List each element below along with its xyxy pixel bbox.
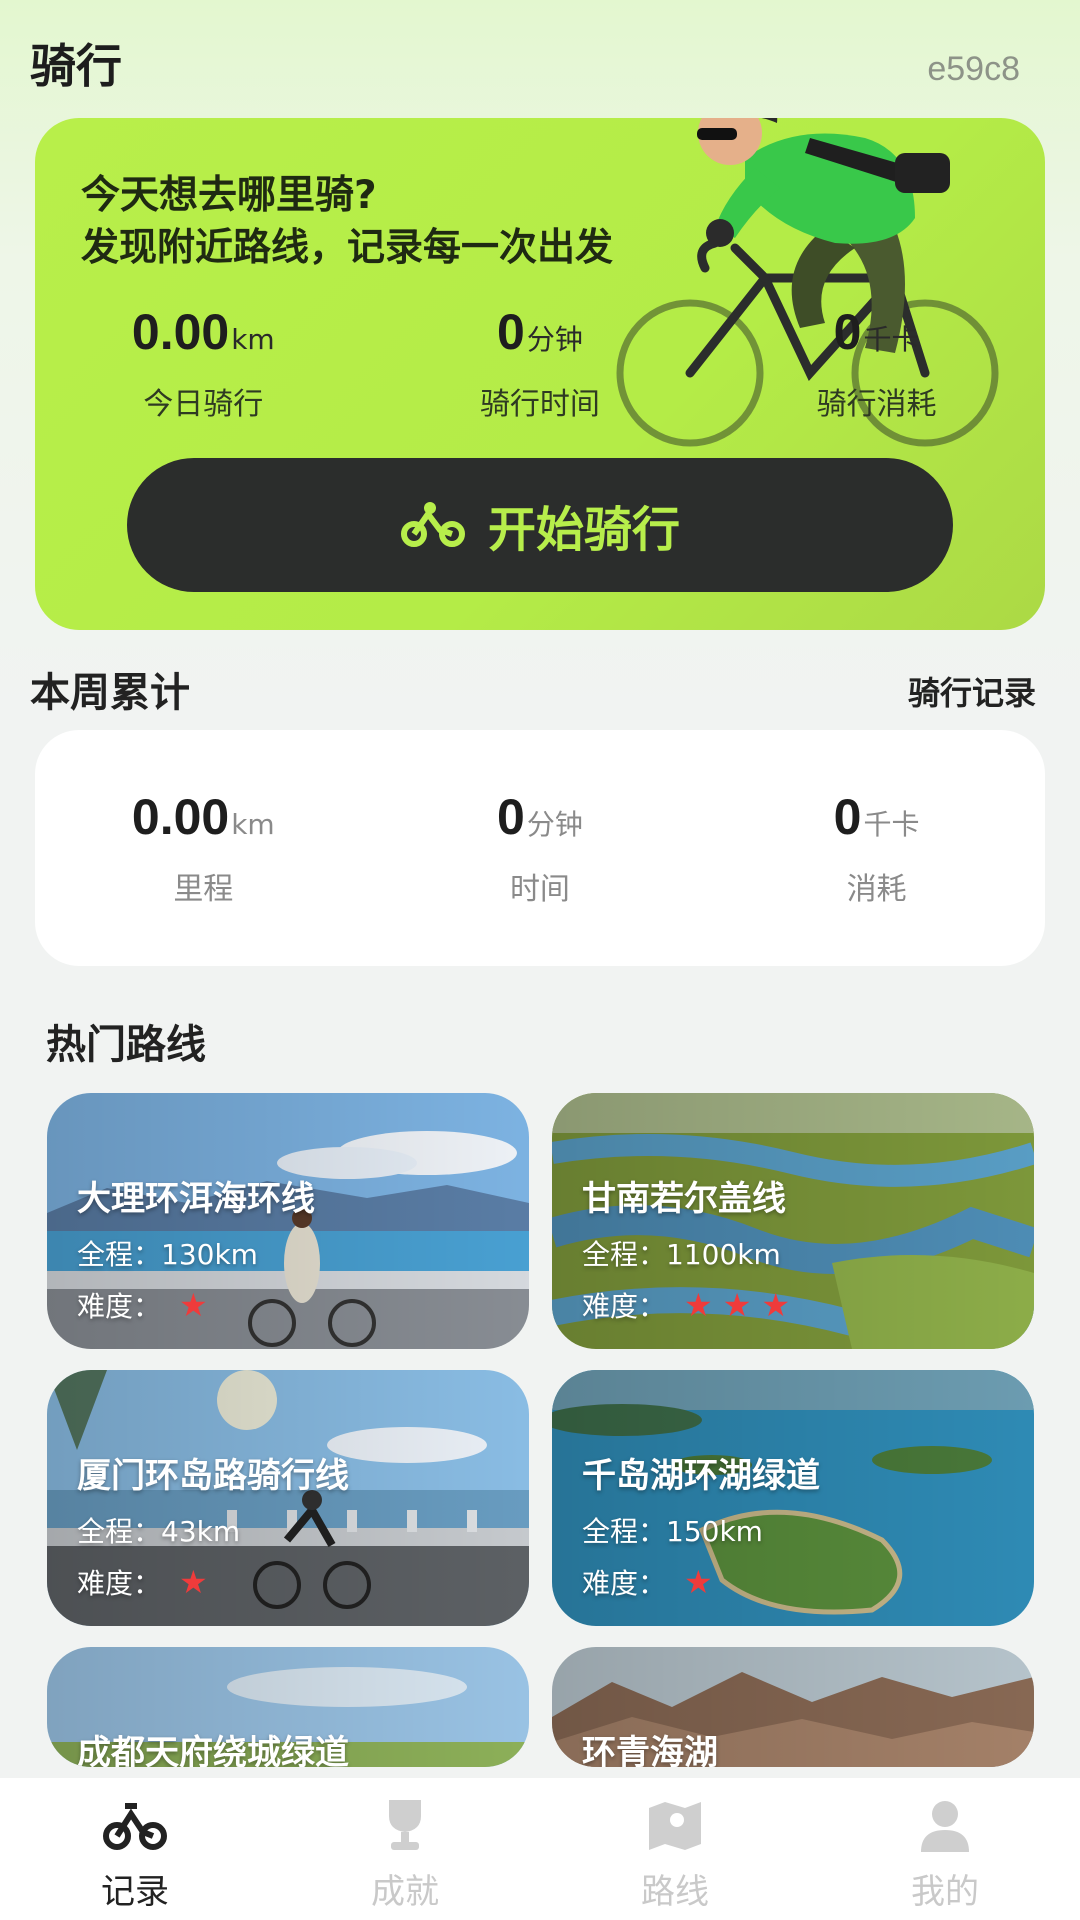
route-distance: 全程：130km bbox=[77, 1238, 258, 1271]
stat-week-calories: 0 千卡 消耗 bbox=[708, 788, 1045, 908]
start-ride-button[interactable]: 开始骑行 bbox=[127, 458, 953, 592]
weekly-title: 本周累计 bbox=[30, 670, 190, 716]
stat-unit: 分钟 bbox=[526, 323, 583, 356]
stat-unit: km bbox=[231, 323, 275, 356]
route-difficulty: 难度： ★ bbox=[582, 1562, 723, 1602]
route-difficulty: 难度： ★ bbox=[77, 1562, 218, 1602]
difficulty-label: 难度： bbox=[77, 1567, 162, 1600]
stat-label: 时间 bbox=[509, 872, 570, 907]
star-icon: ★★★ bbox=[684, 1286, 801, 1324]
bottom-nav: 记录 成就 路线 我的 bbox=[0, 1778, 1080, 1920]
route-card-qiandao-lake[interactable]: 千岛湖环湖绿道 全程：150km 难度： ★ bbox=[552, 1370, 1034, 1626]
map-icon bbox=[649, 1802, 701, 1850]
route-name: 千岛湖环湖绿道 bbox=[582, 1456, 820, 1496]
route-card-gannan[interactable]: 甘南若尔盖线 全程：1100km 难度： ★★★ bbox=[552, 1093, 1034, 1349]
weekly-stats-card: 0.00 km 里程 0 分钟 时间 0 千卡 消耗 bbox=[35, 730, 1045, 966]
route-name: 甘南若尔盖线 bbox=[582, 1179, 786, 1219]
stat-today-time: 0 分钟 骑行时间 bbox=[372, 303, 709, 423]
today-stats: 0.00 km 今日骑行 0 分钟 骑行时间 0 千卡 骑行消耗 bbox=[35, 303, 1045, 423]
weekly-stats: 0.00 km 里程 0 分钟 时间 0 千卡 消耗 bbox=[35, 788, 1045, 908]
ride-records-link[interactable]: 骑行记录 bbox=[908, 668, 1036, 714]
route-name: 成都天府绕城绿道 bbox=[77, 1733, 349, 1767]
hero-subtitle: 发现附近路线，记录每一次出发 bbox=[81, 225, 614, 269]
stat-unit: 分钟 bbox=[526, 808, 583, 841]
star-icon: ★ bbox=[179, 1563, 218, 1601]
trophy-icon bbox=[389, 1800, 421, 1850]
nav-label: 成就 bbox=[371, 1872, 439, 1912]
route-difficulty: 难度： ★★★ bbox=[582, 1285, 800, 1325]
stat-value: 0.00 bbox=[131, 304, 230, 360]
star-icon: ★ bbox=[179, 1286, 218, 1324]
hero-card: 今天想去哪里骑? 发现附近路线，记录每一次出发 0.00 km 今日骑行 0 分… bbox=[35, 118, 1045, 630]
nav-item-achievements[interactable]: 成就 bbox=[270, 1778, 540, 1920]
nav-item-record[interactable]: 记录 bbox=[0, 1778, 270, 1920]
stat-label: 骑行消耗 bbox=[816, 387, 937, 422]
difficulty-label: 难度： bbox=[582, 1567, 667, 1600]
user-id-label: e59c8 bbox=[927, 50, 1020, 88]
route-distance: 全程：43km bbox=[77, 1515, 241, 1548]
route-card-dali[interactable]: 大理环洱海环线 全程：130km 难度： ★ bbox=[47, 1093, 529, 1349]
nav-label: 路线 bbox=[641, 1872, 709, 1912]
page-title: 骑行 bbox=[30, 39, 122, 93]
stat-today-calories: 0 千卡 骑行消耗 bbox=[708, 303, 1045, 423]
route-difficulty: 难度： ★ bbox=[77, 1285, 218, 1325]
bike-icon bbox=[103, 1803, 167, 1850]
star-icon: ★ bbox=[684, 1563, 723, 1601]
user-icon bbox=[921, 1801, 969, 1852]
stat-unit: 千卡 bbox=[863, 323, 920, 356]
stat-label: 骑行时间 bbox=[479, 387, 600, 422]
difficulty-label: 难度： bbox=[582, 1290, 667, 1323]
hero-question: 今天想去哪里骑? bbox=[81, 173, 377, 218]
stat-label: 里程 bbox=[173, 872, 234, 907]
nav-label: 记录 bbox=[101, 1872, 169, 1912]
route-distance: 全程：150km bbox=[582, 1515, 763, 1548]
stat-value: 0 bbox=[497, 304, 525, 360]
stat-week-time: 0 分钟 时间 bbox=[372, 788, 709, 908]
stat-unit: km bbox=[231, 808, 275, 841]
stat-week-distance: 0.00 km 里程 bbox=[35, 788, 372, 908]
stat-value: 0 bbox=[833, 304, 862, 360]
route-name: 环青海湖 bbox=[582, 1733, 718, 1767]
route-distance: 全程：1100km bbox=[582, 1238, 781, 1271]
start-ride-label: 开始骑行 bbox=[487, 502, 680, 558]
route-name: 大理环洱海环线 bbox=[77, 1179, 315, 1219]
route-card-xiamen[interactable]: 厦门环岛路骑行线 全程：43km 难度： ★ bbox=[47, 1370, 529, 1626]
route-card-chengdu[interactable]: 成都天府绕城绿道 bbox=[47, 1647, 529, 1767]
nav-item-profile[interactable]: 我的 bbox=[810, 1778, 1080, 1920]
route-name: 厦门环岛路骑行线 bbox=[77, 1456, 349, 1496]
stat-value: 0 bbox=[497, 789, 525, 845]
stat-unit: 千卡 bbox=[863, 808, 920, 841]
stat-value: 0 bbox=[833, 789, 862, 845]
stat-label: 今日骑行 bbox=[143, 387, 264, 422]
bike-icon bbox=[400, 502, 465, 547]
stat-today-distance: 0.00 km 今日骑行 bbox=[35, 303, 372, 423]
popular-routes-title: 热门路线 bbox=[46, 1022, 206, 1068]
nav-label: 我的 bbox=[911, 1872, 979, 1912]
difficulty-label: 难度： bbox=[77, 1290, 162, 1323]
stat-value: 0.00 bbox=[131, 789, 230, 845]
route-card-qinghai-lake[interactable]: 环青海湖 bbox=[552, 1647, 1034, 1767]
nav-item-routes[interactable]: 路线 bbox=[540, 1778, 810, 1920]
stat-label: 消耗 bbox=[846, 872, 907, 907]
